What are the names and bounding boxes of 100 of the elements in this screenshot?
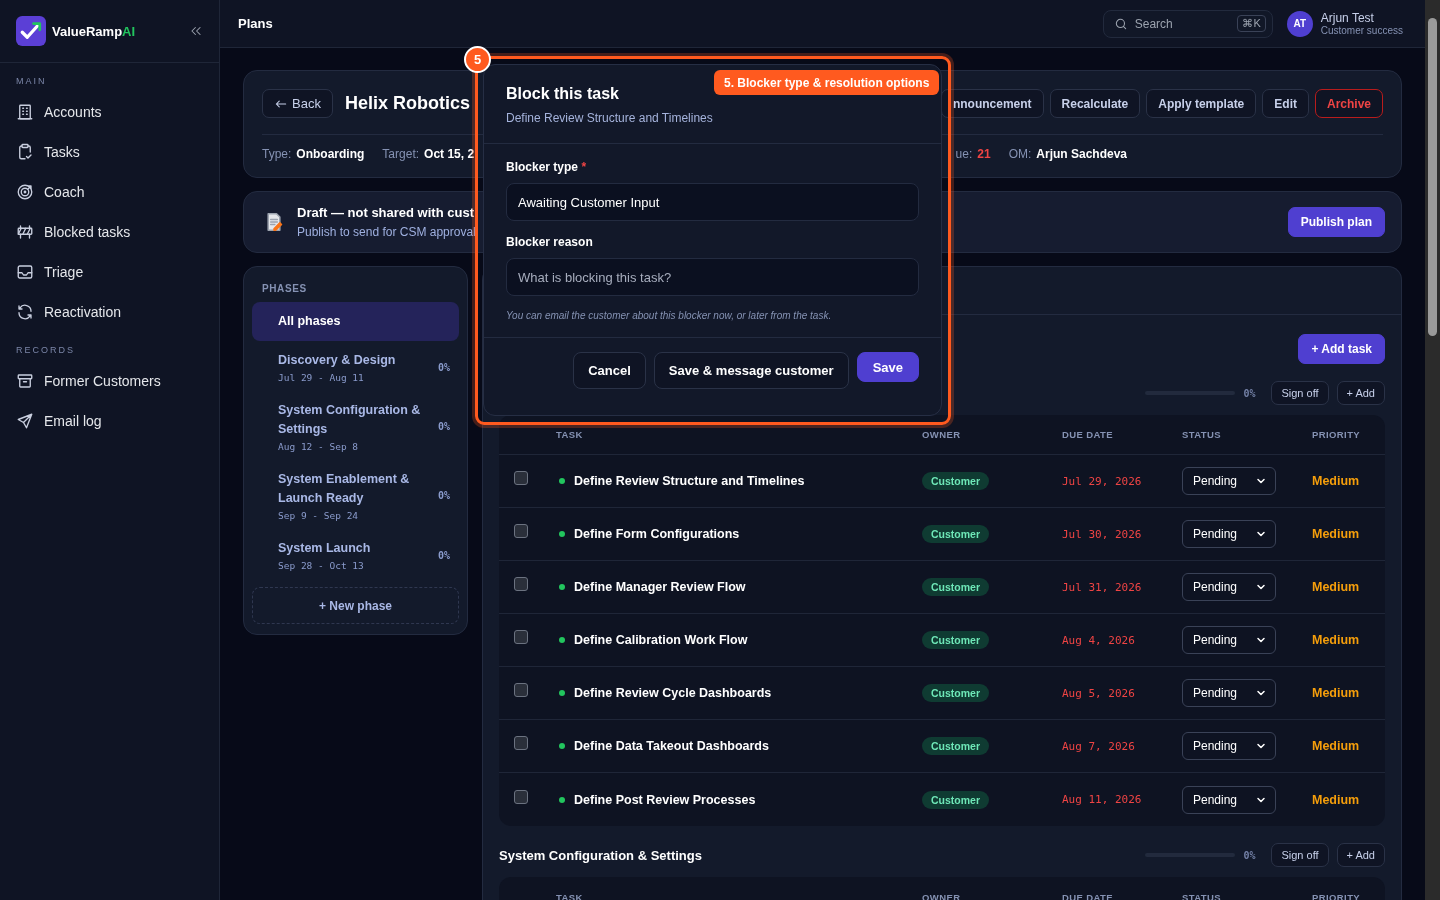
due-date: Aug 5, 2026 bbox=[1062, 686, 1135, 700]
meta-value: Oct 15, 2 bbox=[424, 147, 475, 161]
clipboard-icon bbox=[16, 143, 34, 161]
status-select[interactable]: Pending bbox=[1182, 785, 1276, 814]
input-field[interactable]: What is blocking this task? bbox=[506, 258, 919, 296]
task-name: Define Calibration Work Flow bbox=[574, 633, 748, 647]
section-label: PHASES bbox=[261, 283, 307, 294]
column-header: OWNER bbox=[922, 891, 962, 900]
owner-tag: Customer bbox=[922, 631, 989, 649]
phase-item[interactable]: System Enablement & Launch Ready Sep 9 - Sep 24 0% bbox=[252, 462, 459, 529]
dialog-button[interactable]: Save & message customer bbox=[653, 352, 849, 389]
checkbox[interactable] bbox=[514, 524, 528, 538]
action-button[interactable]: Archive bbox=[1314, 89, 1383, 118]
checkbox[interactable] bbox=[514, 683, 528, 697]
section-button[interactable]: + Add bbox=[1336, 843, 1385, 867]
dialog-button[interactable]: Cancel bbox=[573, 352, 646, 389]
nav-item[interactable]: Triage bbox=[0, 252, 219, 292]
section-button[interactable]: + Add bbox=[1336, 381, 1385, 405]
back-button[interactable]: Back bbox=[262, 89, 333, 118]
publish-button[interactable]: Publish plan bbox=[1287, 207, 1385, 237]
phase-item[interactable]: Discovery & Design Jul 29 - Aug 11 0% bbox=[252, 343, 459, 391]
phase-item[interactable]: System Configuration & Settings Aug 12 - Sep 8 0% bbox=[252, 393, 459, 460]
barrier-icon bbox=[16, 223, 34, 241]
scrollbar[interactable] bbox=[1425, 0, 1440, 900]
nav-item[interactable]: Accounts bbox=[0, 92, 219, 132]
status-select[interactable]: Pending bbox=[1182, 467, 1276, 495]
checkbox[interactable] bbox=[514, 789, 528, 804]
due-date: Aug 4, 2026 bbox=[1062, 633, 1135, 647]
user-name: Arjun Test bbox=[1320, 11, 1375, 25]
meta-value: 21 bbox=[977, 147, 991, 161]
section-title: System Configuration & Settings bbox=[499, 847, 702, 863]
column-header: TASK bbox=[556, 891, 584, 900]
due-date: Jul 29, 2026 bbox=[1062, 474, 1142, 488]
section-button[interactable]: Sign off bbox=[1271, 843, 1329, 867]
owner-tag: Customer bbox=[922, 525, 989, 543]
status-select[interactable]: Pending bbox=[1182, 573, 1276, 601]
checkbox[interactable] bbox=[514, 471, 528, 485]
search-field[interactable]: Search ⌘K bbox=[1102, 9, 1273, 38]
task-name: Define Form Configurations bbox=[574, 527, 740, 541]
field-label: Blocker type * bbox=[506, 160, 588, 174]
column-header: STATUS bbox=[1182, 891, 1222, 900]
progress-label: 0% bbox=[1243, 387, 1256, 399]
section-button[interactable]: Sign off bbox=[1271, 381, 1329, 405]
priority-label: Medium bbox=[1312, 474, 1360, 488]
page-title: Plans bbox=[238, 16, 273, 31]
collapse-icon bbox=[189, 24, 203, 38]
banner-subtitle: Publish to send for CSM approval bbox=[297, 225, 476, 239]
nav-item[interactable]: Blocked tasks bbox=[0, 212, 219, 252]
priority-label: Medium bbox=[1312, 633, 1360, 647]
plan-title: Helix Robotics bbox=[344, 93, 470, 114]
phase-item[interactable]: All phases bbox=[252, 302, 459, 341]
nav-item[interactable]: Reactivation bbox=[0, 292, 219, 332]
phase-item[interactable]: System Launch Sep 28 - Oct 13 0% bbox=[252, 531, 459, 579]
action-button[interactable]: nnouncement bbox=[940, 89, 1044, 118]
add-task-button[interactable]: + Add task bbox=[1298, 334, 1385, 364]
checkbox[interactable] bbox=[514, 630, 528, 644]
progress-label: 0% bbox=[1243, 849, 1256, 861]
checkbox[interactable] bbox=[514, 577, 528, 591]
nav-item[interactable]: Email log bbox=[0, 401, 219, 441]
action-button[interactable]: Apply template bbox=[1146, 89, 1257, 118]
due-date: Jul 30, 2026 bbox=[1062, 527, 1142, 541]
input-field[interactable]: Awaiting Customer Input bbox=[506, 183, 919, 221]
field-label: Blocker reason bbox=[506, 235, 594, 249]
nav-item[interactable]: Former Customers bbox=[0, 361, 219, 401]
task-name: Define Review Cycle Dashboards bbox=[574, 686, 772, 700]
column-header: PRIORITY bbox=[1312, 429, 1362, 440]
action-button[interactable]: Edit bbox=[1262, 89, 1309, 118]
hint-text: You can email the customer about this blocker now, or later from the task. bbox=[506, 310, 833, 321]
meta-label: Target: bbox=[382, 147, 420, 161]
document-icon bbox=[264, 211, 284, 233]
owner-tag: Customer bbox=[922, 472, 989, 490]
section-label: MAIN bbox=[16, 76, 47, 86]
refresh-icon bbox=[16, 303, 34, 321]
owner-tag: Customer bbox=[922, 578, 989, 596]
dialog-subtitle: Define Review Structure and Timelines bbox=[506, 111, 714, 125]
column-header: DUE DATE bbox=[1062, 891, 1115, 900]
nav-item[interactable]: Tasks bbox=[0, 132, 219, 172]
nav-item[interactable]: Coach bbox=[0, 172, 219, 212]
building-icon bbox=[16, 103, 34, 121]
status-select[interactable]: Pending bbox=[1182, 679, 1276, 707]
due-date: Aug 11, 2026 bbox=[1062, 793, 1142, 806]
checkbox[interactable] bbox=[514, 736, 528, 750]
priority-label: Medium bbox=[1312, 527, 1360, 541]
action-button[interactable]: Recalculate bbox=[1049, 89, 1141, 118]
banner-title: Draft — not shared with cust bbox=[297, 205, 475, 220]
task-name: Define Post Review Processes bbox=[574, 792, 756, 807]
dialog-title: Block this task bbox=[506, 85, 620, 103]
archive-icon bbox=[16, 372, 34, 390]
inbox-icon bbox=[16, 263, 34, 281]
meta-value: Onboarding bbox=[296, 147, 365, 161]
new-phase-button[interactable]: + New phase bbox=[252, 587, 459, 624]
status-select[interactable]: Pending bbox=[1182, 520, 1276, 548]
status-select[interactable]: Pending bbox=[1182, 732, 1276, 760]
task-name: Define Data Takeout Dashboards bbox=[574, 739, 769, 753]
column-header: TASK bbox=[556, 429, 584, 440]
column-header: OWNER bbox=[922, 429, 962, 440]
dialog-button[interactable]: Save bbox=[856, 352, 919, 382]
owner-tag: Customer bbox=[922, 684, 989, 702]
avatar[interactable]: AT bbox=[1286, 10, 1313, 37]
status-select[interactable]: Pending bbox=[1182, 626, 1276, 654]
